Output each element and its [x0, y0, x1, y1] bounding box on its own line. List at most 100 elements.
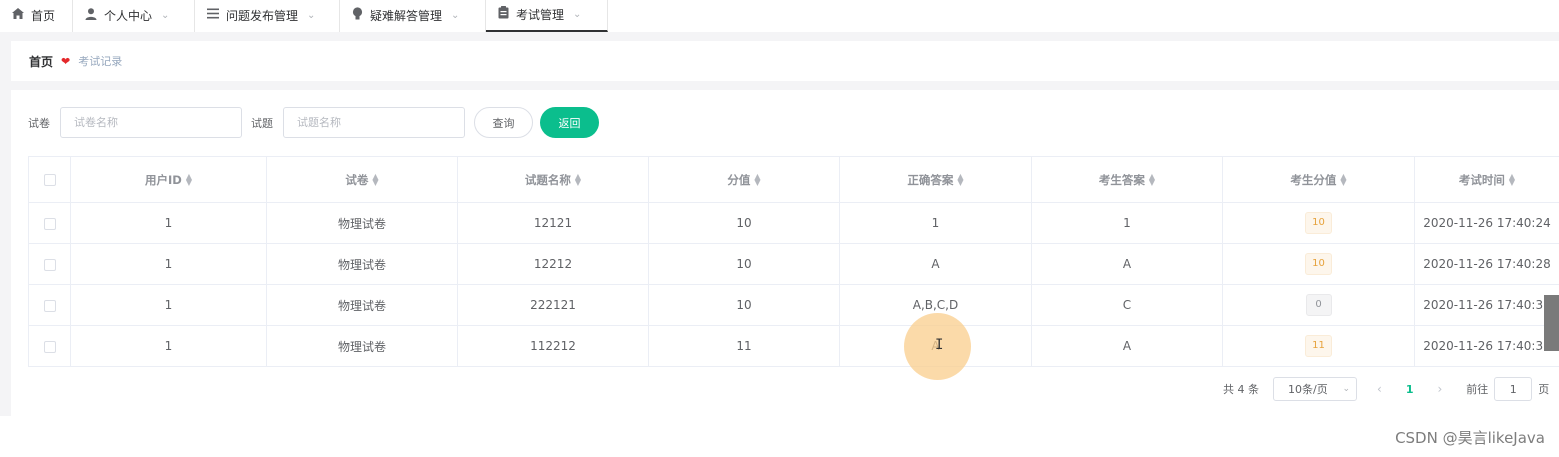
home-icon	[12, 8, 24, 22]
page-unit-label: 页	[1538, 383, 1550, 396]
cell-paper: 物理试卷	[266, 284, 458, 326]
cell-student-score: 10	[1222, 243, 1415, 285]
table-row[interactable]: 1 物理试卷 12121 10 1 1 10 2020-11-26 17:40:…	[28, 202, 1559, 244]
pagination-total: 共 4 条	[1223, 383, 1259, 396]
cell-student-score: 11	[1222, 325, 1415, 367]
row-select-cell[interactable]	[28, 325, 71, 367]
sort-icon[interactable]: ▲ ▼	[1149, 173, 1155, 187]
goto-label: 前往	[1466, 383, 1489, 396]
table-header-row: 用户ID ▲ ▼ 试卷 ▲ ▼ 试题名称 ▲ ▼ 分值 ▲ ▼ 正确答案 ▲ ▼ 考生答案 ▲ ▼ 考生…	[28, 156, 1559, 203]
cell-user-id: 1	[70, 325, 267, 367]
nav-label: 首页	[31, 8, 56, 23]
score-tag: 10	[1305, 212, 1332, 234]
user-icon	[85, 7, 97, 23]
cell-student-answer: A	[1031, 243, 1223, 285]
watermark: CSDN @昊言likeJava	[1395, 429, 1545, 447]
sort-icon[interactable]: ▲ ▼	[1509, 173, 1515, 187]
cell-question: 12212	[457, 243, 649, 285]
nav-item-personal-center[interactable]: 个人中心 ⌄	[73, 0, 195, 32]
nav-item-exam-management[interactable]: 考试管理 ⌄	[486, 0, 608, 32]
select-all-cell[interactable]	[28, 156, 71, 203]
sort-icon[interactable]: ▲ ▼	[372, 173, 378, 187]
cell-points: 11	[648, 325, 840, 367]
cell-points: 10	[648, 243, 840, 285]
cell-paper: 物理试卷	[266, 243, 458, 285]
nav-item-question-publish[interactable]: 问题发布管理 ⌄	[195, 0, 340, 32]
breadcrumb: 首页 ❤ 考试记录	[11, 41, 1559, 81]
page-size-select[interactable]: 10条/页 ⌄	[1273, 377, 1357, 401]
cell-user-id: 1	[70, 202, 267, 244]
chevron-down-icon: ⌄	[307, 9, 316, 21]
cell-student-answer: C	[1031, 284, 1223, 326]
nav-label: 疑难解答管理	[370, 8, 443, 23]
row-checkbox[interactable]	[43, 258, 56, 271]
cell-correct-answer: A	[839, 243, 1032, 285]
table-row[interactable]: 1 物理试卷 12212 10 A A 10 2020-11-26 17:40:…	[28, 243, 1559, 285]
cell-exam-time: 2020-11-26 17:40:24	[1414, 202, 1559, 244]
vertical-scrollbar-thumb[interactable]	[1544, 295, 1559, 351]
column-header-exam-time[interactable]: 考试时间 ▲ ▼	[1414, 156, 1559, 203]
next-page-icon[interactable]: ›	[1437, 382, 1442, 396]
chevron-down-icon: ⌄	[573, 8, 582, 20]
heart-icon: ❤	[61, 54, 71, 68]
bulb-icon	[352, 7, 363, 23]
row-checkbox[interactable]	[43, 340, 56, 353]
cell-user-id: 1	[70, 243, 267, 285]
cell-points: 10	[648, 284, 840, 326]
cell-correct-answer: 1	[839, 202, 1032, 244]
row-checkbox[interactable]	[43, 299, 56, 312]
cell-question: 222121	[457, 284, 649, 326]
goto-page-input[interactable]	[1494, 377, 1533, 401]
row-select-cell[interactable]	[28, 243, 71, 285]
row-select-cell[interactable]	[28, 284, 71, 326]
cell-exam-time: 2020-11-26 17:40:31	[1414, 284, 1559, 326]
top-nav: 首页 个人中心 ⌄ 问题发布管理 ⌄ 疑难解答管理 ⌄ 考试管理 ⌄	[0, 0, 1559, 32]
page-number-current[interactable]: 1	[1406, 383, 1414, 396]
row-checkbox[interactable]	[43, 217, 56, 230]
column-header-points[interactable]: 分值 ▲ ▼	[648, 156, 840, 203]
table-row[interactable]: 1 物理试卷 222121 10 A,B,C,D C 0 2020-11-26 …	[28, 284, 1559, 326]
sort-icon[interactable]: ▲ ▼	[186, 173, 192, 187]
cell-points: 10	[648, 202, 840, 244]
back-button[interactable]: 返回	[540, 107, 599, 138]
column-header-correct-answer[interactable]: 正确答案 ▲ ▼	[839, 156, 1032, 203]
cell-exam-time: 2020-11-26 17:40:28	[1414, 243, 1559, 285]
cell-student-answer: A	[1031, 325, 1223, 367]
cell-question: 12121	[457, 202, 649, 244]
list-icon	[207, 8, 219, 22]
cell-paper: 物理试卷	[266, 202, 458, 244]
cell-paper: 物理试卷	[266, 325, 458, 367]
cell-question: 112212	[457, 325, 649, 367]
pagination: 共 4 条 10条/页 ⌄ ‹ 1 › 前往 页	[1223, 377, 1549, 401]
sort-icon[interactable]: ▲ ▼	[957, 173, 963, 187]
column-header-student-answer[interactable]: 考生答案 ▲ ▼	[1031, 156, 1223, 203]
column-header-question-name[interactable]: 试题名称 ▲ ▼	[457, 156, 649, 203]
chevron-down-icon: ⌄	[451, 9, 460, 21]
score-tag: 0	[1305, 294, 1332, 316]
table-row[interactable]: 1 物理试卷 112212 11 A A 11 2020-11-26 17:40…	[28, 325, 1559, 367]
prev-page-icon[interactable]: ‹	[1377, 382, 1382, 396]
nav-label: 问题发布管理	[226, 8, 299, 23]
breadcrumb-home[interactable]: 首页	[29, 53, 53, 70]
score-tag: 10	[1305, 253, 1332, 275]
score-tag: 11	[1305, 335, 1332, 357]
paper-name-input[interactable]	[60, 107, 242, 138]
question-label: 试题	[251, 116, 273, 130]
sort-icon[interactable]: ▲ ▼	[1340, 173, 1346, 187]
question-name-input[interactable]	[283, 107, 465, 138]
column-header-student-score[interactable]: 考生分值 ▲ ▼	[1222, 156, 1415, 203]
sort-icon[interactable]: ▲ ▼	[754, 173, 760, 187]
query-button[interactable]: 查询	[474, 107, 533, 138]
nav-item-qa-management[interactable]: 疑难解答管理 ⌄	[340, 0, 486, 32]
cell-exam-time: 2020-11-26 17:40:36	[1414, 325, 1559, 367]
cell-student-score: 10	[1222, 202, 1415, 244]
row-select-cell[interactable]	[28, 202, 71, 244]
column-header-user-id[interactable]: 用户ID ▲ ▼	[70, 156, 267, 203]
column-header-paper[interactable]: 试卷 ▲ ▼	[266, 156, 458, 203]
nav-item-home[interactable]: 首页	[0, 0, 73, 32]
nav-label: 考试管理	[516, 7, 565, 22]
cell-student-answer: 1	[1031, 202, 1223, 244]
text-cursor-icon: I	[935, 337, 944, 353]
sort-icon[interactable]: ▲ ▼	[575, 173, 581, 187]
select-all-checkbox[interactable]	[43, 174, 56, 186]
